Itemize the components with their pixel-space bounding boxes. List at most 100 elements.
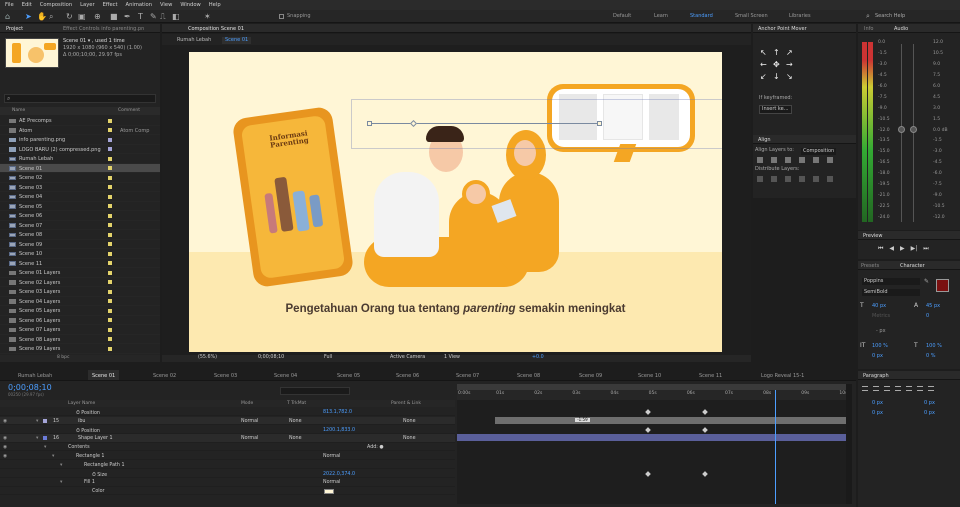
- tab-composition[interactable]: Composition Scene 01: [188, 26, 244, 32]
- label-color-swatch[interactable]: [108, 346, 112, 351]
- workspace-learn[interactable]: Learn: [654, 13, 668, 19]
- playhead[interactable]: [774, 390, 776, 504]
- visibility-eye-icon[interactable]: ◉: [3, 445, 7, 450]
- distribute-4-icon[interactable]: [799, 176, 805, 182]
- tab-paragraph[interactable]: Paragraph: [863, 373, 889, 379]
- anchor-top-icon[interactable]: ↑: [773, 48, 780, 57]
- space-before-value[interactable]: 0 px: [872, 411, 883, 416]
- property-value[interactable]: 813.1,782.0: [323, 410, 352, 415]
- align-text-center-icon[interactable]: [873, 386, 879, 391]
- label-color-swatch[interactable]: [108, 156, 112, 161]
- project-item[interactable]: Scene 09: [0, 240, 160, 249]
- project-item[interactable]: info parenting.png: [0, 135, 160, 145]
- project-item[interactable]: Scene 07: [0, 221, 160, 230]
- visibility-eye-icon[interactable]: ◉: [3, 419, 7, 424]
- tab-project[interactable]: Project: [6, 26, 23, 32]
- justify-all-icon[interactable]: [928, 386, 934, 391]
- breadcrumb-scene-01[interactable]: Scene 01: [222, 37, 252, 44]
- col-parent[interactable]: Parent & Link: [391, 401, 421, 407]
- property-value[interactable]: 2022.0,374.0: [323, 472, 355, 477]
- project-item[interactable]: Scene 09 Layers: [0, 344, 160, 354]
- layer-name[interactable]: Color: [92, 489, 105, 494]
- menu-effect[interactable]: Effect: [103, 2, 118, 8]
- workspace-standard[interactable]: Standard: [690, 13, 713, 19]
- project-item[interactable]: Scene 04: [0, 192, 160, 202]
- align-left-icon[interactable]: [757, 157, 763, 163]
- workspace-default[interactable]: Default: [613, 13, 631, 19]
- project-item[interactable]: Atom Atom Comp: [0, 126, 160, 135]
- blend-mode-dropdown[interactable]: Normal: [323, 454, 340, 459]
- home-icon[interactable]: ⌂: [5, 12, 10, 21]
- menu-window[interactable]: Window: [180, 2, 200, 8]
- play-icon[interactable]: ▶: [900, 245, 905, 253]
- label-color-swatch[interactable]: [108, 308, 112, 313]
- distribute-5-icon[interactable]: [813, 176, 819, 182]
- timeline-tab-scene-07[interactable]: Scene 07: [452, 370, 483, 380]
- align-text-right-icon[interactable]: [884, 386, 890, 391]
- project-item[interactable]: Scene 06: [0, 211, 160, 221]
- stamp-tool-icon[interactable]: ⎍: [160, 12, 166, 22]
- label-color-swatch[interactable]: [108, 194, 112, 199]
- project-item[interactable]: Scene 03 Layers: [0, 287, 160, 297]
- timeline-tab-scene-10[interactable]: Scene 10: [634, 370, 665, 380]
- keyframe-icon[interactable]: [702, 426, 708, 433]
- label-color-swatch[interactable]: [108, 327, 112, 332]
- selection-tool-icon[interactable]: ➤: [25, 12, 32, 21]
- font-size-value[interactable]: 40 px: [872, 304, 886, 309]
- eraser-tool-icon[interactable]: ◧: [172, 12, 180, 21]
- project-item[interactable]: Scene 01 Layers: [0, 268, 160, 278]
- menu-view[interactable]: View: [160, 2, 172, 8]
- project-item[interactable]: Scene 02: [0, 173, 160, 183]
- workspace-libraries[interactable]: Libraries: [789, 13, 811, 19]
- horizontal-scale-value[interactable]: 100 %: [926, 344, 942, 349]
- distribute-2-icon[interactable]: [771, 176, 777, 182]
- bpc-label[interactable]: 8 bpc: [57, 355, 69, 361]
- font-family-dropdown[interactable]: Poppins: [862, 278, 920, 285]
- fill-color-swatch[interactable]: [936, 279, 949, 292]
- layer-duration-bar[interactable]: [495, 416, 846, 424]
- color-swatch[interactable]: [324, 488, 334, 494]
- selection-box[interactable]: [351, 99, 722, 149]
- pan-behind-icon[interactable]: ⊕: [94, 12, 101, 21]
- audio-fader-left[interactable]: [898, 126, 905, 133]
- expand-twirl-icon[interactable]: ▾: [36, 436, 38, 441]
- expand-twirl-icon[interactable]: ▾: [36, 419, 38, 424]
- col-comment[interactable]: Comment: [118, 108, 140, 114]
- blend-mode-dropdown[interactable]: Normal: [323, 480, 340, 485]
- timeline-tab-rumah-lebah[interactable]: Rumah Lebah: [14, 370, 56, 380]
- project-item[interactable]: Scene 02 Layers: [0, 278, 160, 287]
- time-ruler[interactable]: 0:00s 01s 02s 03s 04s 05s 06s 07s 08s 09s 10s: [457, 390, 847, 400]
- audio-fader-right[interactable]: [910, 126, 917, 133]
- project-search-input[interactable]: ⌕: [4, 94, 156, 103]
- label-color-swatch[interactable]: [108, 242, 112, 246]
- anchor-top-right-icon[interactable]: ↗: [786, 48, 793, 57]
- tab-audio[interactable]: Audio: [894, 26, 908, 32]
- keyframe-icon[interactable]: [644, 426, 651, 433]
- type-tool-icon[interactable]: T: [138, 12, 143, 21]
- layer-name[interactable]: Fill 1: [84, 480, 95, 485]
- project-item[interactable]: Rumah Lebah: [0, 154, 160, 164]
- breadcrumb-rumah-lebah[interactable]: Rumah Lebah: [177, 38, 211, 43]
- trkmat-dropdown[interactable]: None: [289, 436, 302, 441]
- anchor-mover-title[interactable]: Anchor Point Mover: [758, 26, 807, 32]
- anchor-left-icon[interactable]: ←: [760, 60, 767, 69]
- blend-mode-dropdown[interactable]: Normal: [241, 436, 258, 441]
- timeline-tab-scene-03[interactable]: Scene 03: [210, 370, 241, 380]
- align-to-dropdown[interactable]: Composition: [801, 148, 837, 155]
- rectangle-tool-icon[interactable]: ■: [110, 12, 118, 21]
- search-icon[interactable]: ⌕: [866, 12, 870, 21]
- expand-twirl-icon[interactable]: ▾: [44, 445, 46, 450]
- label-color-swatch[interactable]: [108, 166, 112, 170]
- project-item[interactable]: Scene 03: [0, 183, 160, 192]
- layer-name[interactable]: Shape Layer 1: [78, 436, 113, 441]
- label-color-swatch[interactable]: [108, 213, 112, 218]
- layer-name[interactable]: Rectangle 1: [76, 454, 104, 459]
- label-color-swatch[interactable]: [108, 337, 112, 341]
- project-item[interactable]: Scene 05 Layers: [0, 306, 160, 316]
- menu-composition[interactable]: Composition: [40, 2, 72, 8]
- label-color-swatch[interactable]: [108, 128, 112, 132]
- col-mode[interactable]: Mode: [241, 401, 253, 407]
- col-layer-name[interactable]: Layer Name: [68, 401, 95, 407]
- align-right-icon[interactable]: [785, 157, 791, 163]
- timeline-tab-scene-06[interactable]: Scene 06: [392, 370, 423, 380]
